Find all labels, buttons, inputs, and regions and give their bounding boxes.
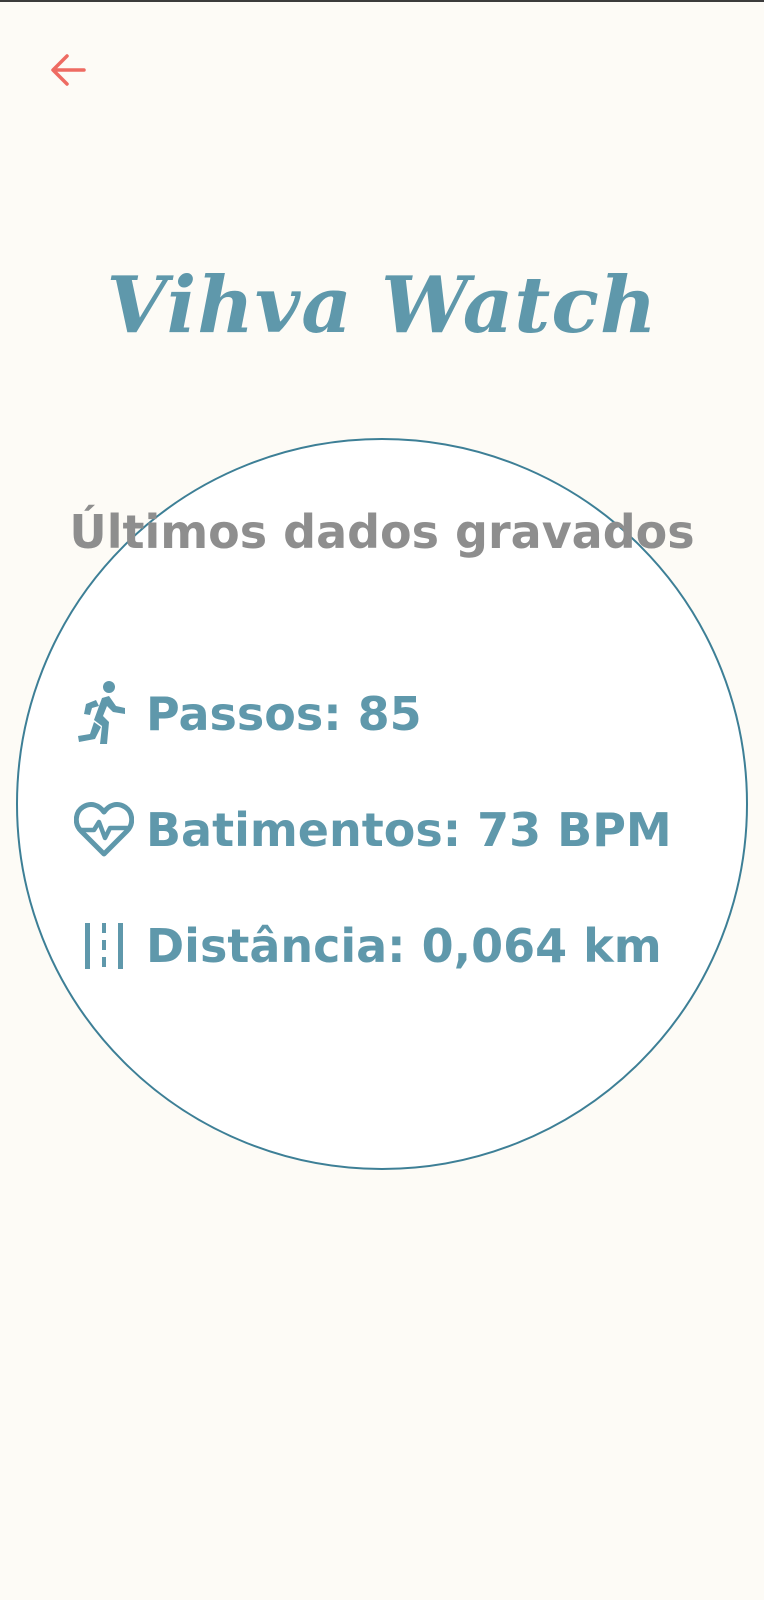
distance-value: Distância: 0,064 km (146, 919, 662, 973)
back-button[interactable] (40, 42, 96, 98)
heart-rate-row: Batimentos: 73 BPM (74, 792, 672, 868)
top-divider (0, 0, 764, 2)
app-title: Vihva Watch (106, 260, 658, 351)
heart-rate-value: Batimentos: 73 BPM (146, 803, 672, 857)
steps-value: Passos: 85 (146, 687, 422, 741)
latest-data-heading: Últimos dados gravados (69, 505, 695, 559)
distance-row: Distância: 0,064 km (74, 908, 662, 984)
steps-row: Passos: 85 (74, 676, 422, 752)
heart-pulse-icon (74, 800, 134, 860)
arrow-left-icon (51, 54, 86, 86)
road-distance-icon (74, 916, 134, 976)
running-person-icon (74, 681, 134, 744)
